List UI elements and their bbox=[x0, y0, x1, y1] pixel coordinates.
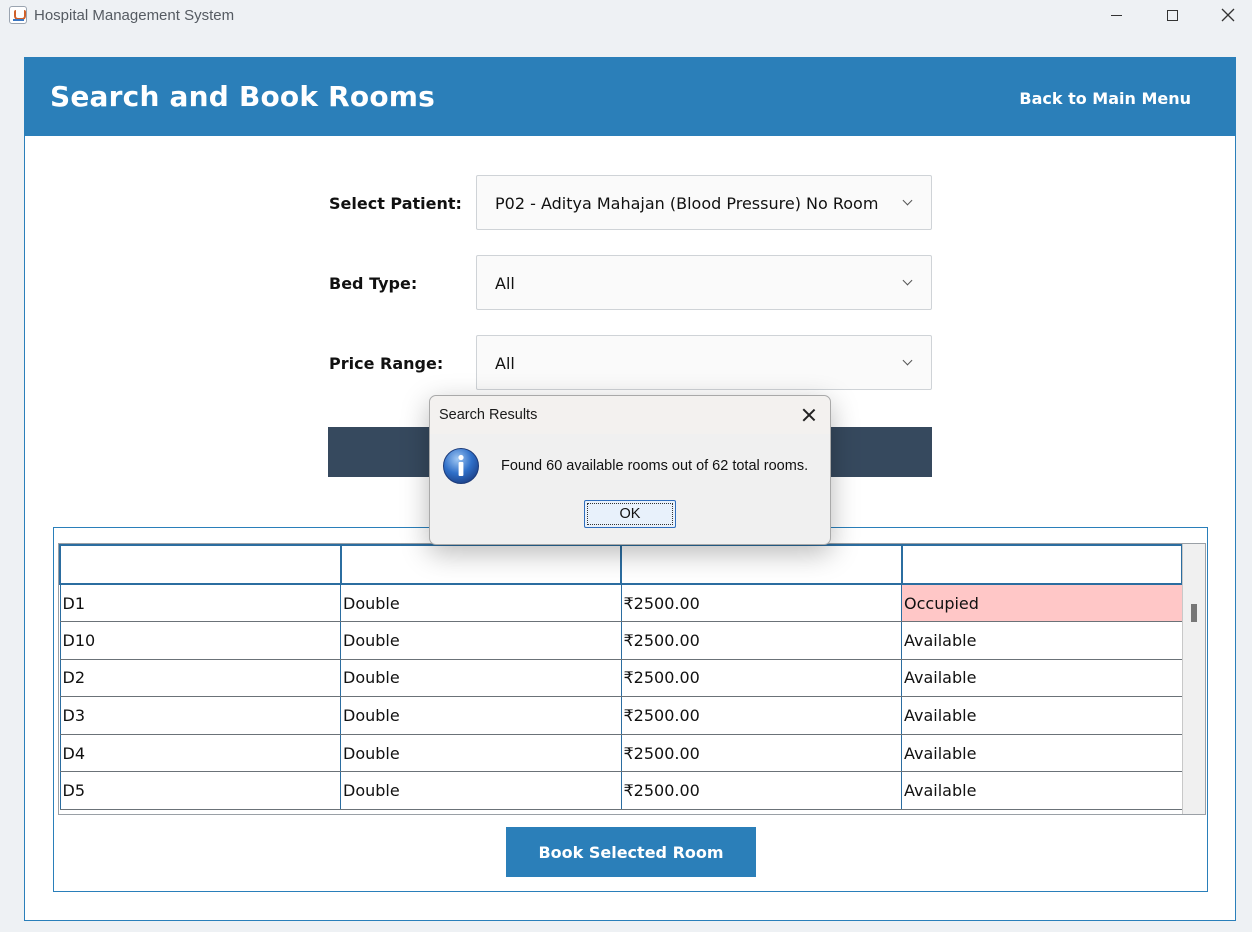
ok-button[interactable]: OK bbox=[584, 500, 676, 528]
column-header[interactable] bbox=[620, 544, 903, 585]
table-cell-price[interactable]: ₹2500.00 bbox=[620, 583, 902, 623]
rooms-table: D1 Double ₹2500.00 Occupied D10 Double ₹2500.0… bbox=[59, 544, 1183, 811]
table-cell-room[interactable]: D3 bbox=[59, 696, 341, 735]
table-cell-status[interactable]: Available bbox=[901, 696, 1183, 735]
maximize-button[interactable] bbox=[1148, 0, 1196, 30]
table-cell-room[interactable]: D1 bbox=[59, 583, 341, 623]
book-selected-room-button[interactable]: Book Selected Room bbox=[506, 827, 756, 877]
column-header[interactable] bbox=[339, 544, 622, 585]
table-cell-status[interactable]: Available bbox=[901, 771, 1183, 811]
page-title: Search and Book Rooms bbox=[50, 80, 436, 113]
window-titlebar: Hospital Management System bbox=[0, 0, 1252, 32]
table-cell-status[interactable]: Available bbox=[901, 733, 1183, 773]
chevron-down-icon bbox=[902, 275, 913, 286]
close-icon bbox=[1221, 8, 1235, 22]
dialog-message: Found 60 available rooms out of 62 total… bbox=[501, 458, 809, 474]
table-cell-price[interactable]: ₹2500.00 bbox=[620, 621, 902, 660]
bed-type-select[interactable]: All bbox=[476, 255, 932, 310]
dialog-title: Search Results bbox=[439, 407, 538, 423]
table-cell-type[interactable]: Double bbox=[340, 658, 622, 698]
minimize-icon bbox=[1110, 14, 1122, 16]
table-row[interactable]: D10 Double ₹2500.00 Available bbox=[59, 621, 1183, 660]
header-bar: Search and Book Rooms Back to Main Menu bbox=[25, 58, 1235, 136]
bed-type-label: Bed Type: bbox=[329, 274, 418, 293]
table-cell-price[interactable]: ₹2500.00 bbox=[620, 696, 902, 735]
table-cell-status[interactable]: Available bbox=[901, 658, 1183, 698]
table-cell-status[interactable]: Occupied bbox=[901, 583, 1183, 623]
select-patient-label: Select Patient: bbox=[329, 194, 462, 213]
table-row[interactable]: D4 Double ₹2500.00 Available bbox=[59, 733, 1183, 773]
window-title: Hospital Management System bbox=[34, 7, 235, 24]
maximize-icon bbox=[1166, 9, 1178, 21]
table-cell-type[interactable]: Double bbox=[340, 583, 622, 623]
table-cell-room[interactable]: D2 bbox=[59, 658, 341, 698]
java-app-icon bbox=[9, 6, 27, 24]
table-row[interactable]: D5 Double ₹2500.00 Available bbox=[59, 771, 1183, 811]
price-range-label: Price Range: bbox=[329, 354, 444, 373]
table-cell-type[interactable]: Double bbox=[340, 733, 622, 773]
back-to-main-menu-link[interactable]: Back to Main Menu bbox=[1019, 89, 1191, 108]
chevron-down-icon bbox=[902, 355, 913, 366]
table-scrollbar[interactable] bbox=[1182, 544, 1205, 814]
rooms-table-body: D1 Double ₹2500.00 Occupied D10 Double ₹2500.0… bbox=[59, 583, 1183, 811]
column-header[interactable] bbox=[900, 544, 1183, 585]
dialog-titlebar: Search Results bbox=[430, 396, 830, 434]
table-cell-room[interactable]: D4 bbox=[59, 733, 341, 773]
table-row[interactable]: D2 Double ₹2500.00 Available bbox=[59, 658, 1183, 698]
rooms-table-scrollpane: D1 Double ₹2500.00 Occupied D10 Double ₹2500.0… bbox=[58, 543, 1206, 815]
scrollbar-thumb[interactable] bbox=[1191, 604, 1197, 622]
table-cell-price[interactable]: ₹2500.00 bbox=[620, 658, 902, 698]
table-cell-room[interactable]: D10 bbox=[59, 621, 341, 660]
table-row[interactable]: D3 Double ₹2500.00 Available bbox=[59, 696, 1183, 735]
info-icon bbox=[443, 448, 479, 484]
table-cell-type[interactable]: Double bbox=[340, 696, 622, 735]
table-cell-status[interactable]: Available bbox=[901, 621, 1183, 660]
price-range-select-value: All bbox=[495, 354, 515, 373]
table-row[interactable]: D1 Double ₹2500.00 Occupied bbox=[59, 583, 1183, 623]
table-header-row bbox=[59, 544, 1183, 585]
table-cell-room[interactable]: D5 bbox=[59, 771, 341, 811]
results-panel: D1 Double ₹2500.00 Occupied D10 Double ₹2500.0… bbox=[53, 527, 1208, 892]
column-header[interactable] bbox=[59, 544, 342, 585]
minimize-button[interactable] bbox=[1092, 0, 1140, 30]
table-cell-price[interactable]: ₹2500.00 bbox=[620, 733, 902, 773]
patient-select[interactable]: P02 - Aditya Mahajan (Blood Pressure) No… bbox=[476, 175, 932, 230]
dialog-close-icon[interactable] bbox=[796, 402, 822, 428]
window-close-button[interactable] bbox=[1204, 0, 1252, 30]
table-cell-type[interactable]: Double bbox=[340, 621, 622, 660]
table-cell-price[interactable]: ₹2500.00 bbox=[620, 771, 902, 811]
bed-type-select-value: All bbox=[495, 274, 515, 293]
chevron-down-icon bbox=[902, 195, 913, 206]
search-results-dialog: Search Results Found 60 available rooms … bbox=[429, 395, 831, 545]
price-range-select[interactable]: All bbox=[476, 335, 932, 390]
patient-select-value: P02 - Aditya Mahajan (Blood Pressure) No… bbox=[495, 194, 879, 213]
table-cell-type[interactable]: Double bbox=[340, 771, 622, 811]
